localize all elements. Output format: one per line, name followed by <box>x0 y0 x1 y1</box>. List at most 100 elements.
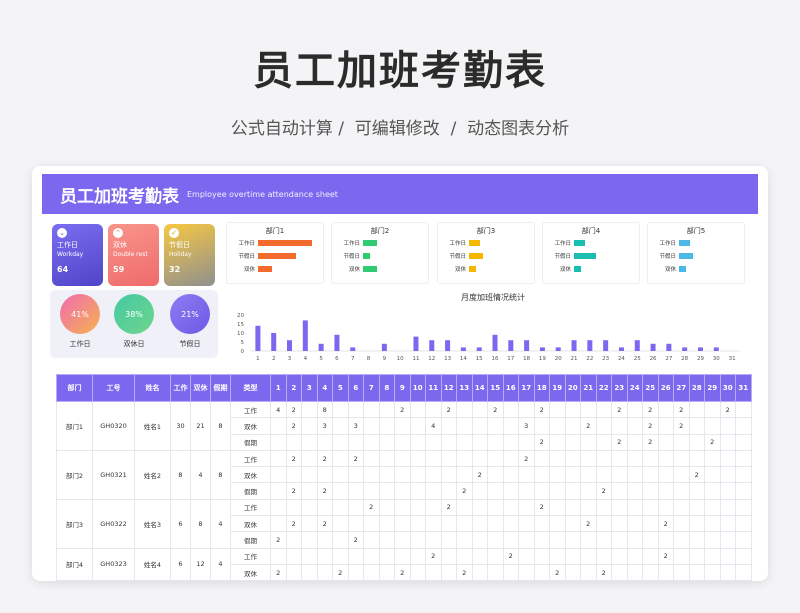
day-cell[interactable] <box>735 563 752 581</box>
day-column-header[interactable]: 23 <box>611 374 628 402</box>
day-cell[interactable] <box>735 449 752 468</box>
day-cell[interactable] <box>704 400 721 419</box>
day-cell[interactable] <box>487 563 504 581</box>
day-cell[interactable] <box>735 531 752 549</box>
table-cell[interactable]: GH0321 <box>92 449 135 500</box>
day-cell[interactable] <box>394 433 411 451</box>
day-cell[interactable]: 2 <box>471 466 488 484</box>
day-cell[interactable] <box>409 498 426 517</box>
day-cell[interactable] <box>332 531 349 549</box>
day-cell[interactable] <box>471 547 488 565</box>
day-cell[interactable] <box>719 563 736 581</box>
day-cell[interactable]: 2 <box>440 498 457 517</box>
day-column-header[interactable]: 10 <box>409 374 426 402</box>
day-column-header[interactable]: 19 <box>549 374 566 402</box>
day-cell[interactable] <box>487 433 504 451</box>
day-cell[interactable]: 3 <box>518 417 535 435</box>
day-column-header[interactable]: 11 <box>425 374 442 402</box>
day-cell[interactable] <box>626 417 643 435</box>
day-cell[interactable] <box>471 449 488 468</box>
day-cell[interactable] <box>704 563 721 581</box>
day-cell[interactable] <box>688 531 705 549</box>
day-cell[interactable] <box>611 515 628 533</box>
day-cell[interactable] <box>487 449 504 468</box>
day-cell[interactable] <box>301 531 318 549</box>
day-cell[interactable] <box>611 563 628 581</box>
day-cell[interactable] <box>347 515 364 533</box>
day-cell[interactable] <box>657 498 674 517</box>
day-cell[interactable] <box>719 417 736 435</box>
day-cell[interactable] <box>301 563 318 581</box>
day-cell[interactable] <box>549 531 566 549</box>
day-column-header[interactable]: 1 <box>270 374 287 402</box>
day-cell[interactable] <box>487 482 504 500</box>
day-cell[interactable]: 2 <box>425 547 442 565</box>
day-cell[interactable] <box>611 482 628 500</box>
table-cell[interactable]: 30 <box>170 401 191 451</box>
table-cell[interactable]: 12 <box>190 547 211 581</box>
day-cell[interactable] <box>425 515 442 533</box>
day-cell[interactable] <box>719 531 736 549</box>
table-cell[interactable]: 6 <box>170 498 191 549</box>
day-cell[interactable] <box>378 563 395 581</box>
day-cell[interactable] <box>611 531 628 549</box>
day-cell[interactable] <box>642 498 659 517</box>
day-cell[interactable] <box>440 547 457 565</box>
day-cell[interactable] <box>564 547 581 565</box>
day-cell[interactable] <box>549 515 566 533</box>
day-cell[interactable] <box>363 433 380 451</box>
day-cell[interactable] <box>657 400 674 419</box>
day-cell[interactable]: 2 <box>316 482 333 500</box>
day-cell[interactable] <box>688 563 705 581</box>
day-cell[interactable] <box>378 433 395 451</box>
day-column-header[interactable]: 2 <box>285 374 302 402</box>
day-cell[interactable]: 2 <box>270 563 287 581</box>
day-cell[interactable] <box>347 466 364 484</box>
day-cell[interactable] <box>549 547 566 565</box>
day-cell[interactable] <box>285 433 302 451</box>
day-cell[interactable] <box>735 515 752 533</box>
day-column-header[interactable]: 25 <box>642 374 659 402</box>
day-cell[interactable] <box>316 433 333 451</box>
day-cell[interactable]: 2 <box>704 433 721 451</box>
day-cell[interactable] <box>533 482 550 500</box>
day-cell[interactable] <box>456 400 473 419</box>
day-cell[interactable]: 2 <box>518 449 535 468</box>
day-cell[interactable] <box>425 563 442 581</box>
day-cell[interactable]: 4 <box>270 400 287 419</box>
day-cell[interactable] <box>270 449 287 468</box>
day-cell[interactable] <box>487 531 504 549</box>
day-cell[interactable] <box>518 400 535 419</box>
day-cell[interactable] <box>332 400 349 419</box>
day-cell[interactable]: 2 <box>580 515 597 533</box>
day-cell[interactable] <box>549 400 566 419</box>
day-cell[interactable] <box>549 466 566 484</box>
day-cell[interactable] <box>735 466 752 484</box>
day-cell[interactable] <box>394 547 411 565</box>
day-cell[interactable] <box>456 417 473 435</box>
day-cell[interactable] <box>688 417 705 435</box>
day-cell[interactable] <box>657 466 674 484</box>
day-cell[interactable] <box>409 482 426 500</box>
day-column-header[interactable]: 18 <box>533 374 550 402</box>
day-cell[interactable] <box>347 400 364 419</box>
day-cell[interactable] <box>704 482 721 500</box>
day-cell[interactable] <box>502 449 519 468</box>
day-cell[interactable] <box>502 515 519 533</box>
day-cell[interactable] <box>626 531 643 549</box>
day-cell[interactable] <box>409 466 426 484</box>
day-cell[interactable] <box>363 400 380 419</box>
table-cell[interactable]: 部门4 <box>56 547 93 581</box>
day-cell[interactable] <box>332 547 349 565</box>
day-cell[interactable] <box>688 433 705 451</box>
day-cell[interactable] <box>564 531 581 549</box>
day-cell[interactable] <box>564 466 581 484</box>
day-cell[interactable]: 2 <box>642 400 659 419</box>
day-cell[interactable]: 2 <box>657 515 674 533</box>
day-cell[interactable] <box>285 531 302 549</box>
day-cell[interactable] <box>471 433 488 451</box>
day-cell[interactable] <box>533 563 550 581</box>
day-cell[interactable] <box>502 417 519 435</box>
day-cell[interactable] <box>471 531 488 549</box>
day-cell[interactable]: 2 <box>347 449 364 468</box>
